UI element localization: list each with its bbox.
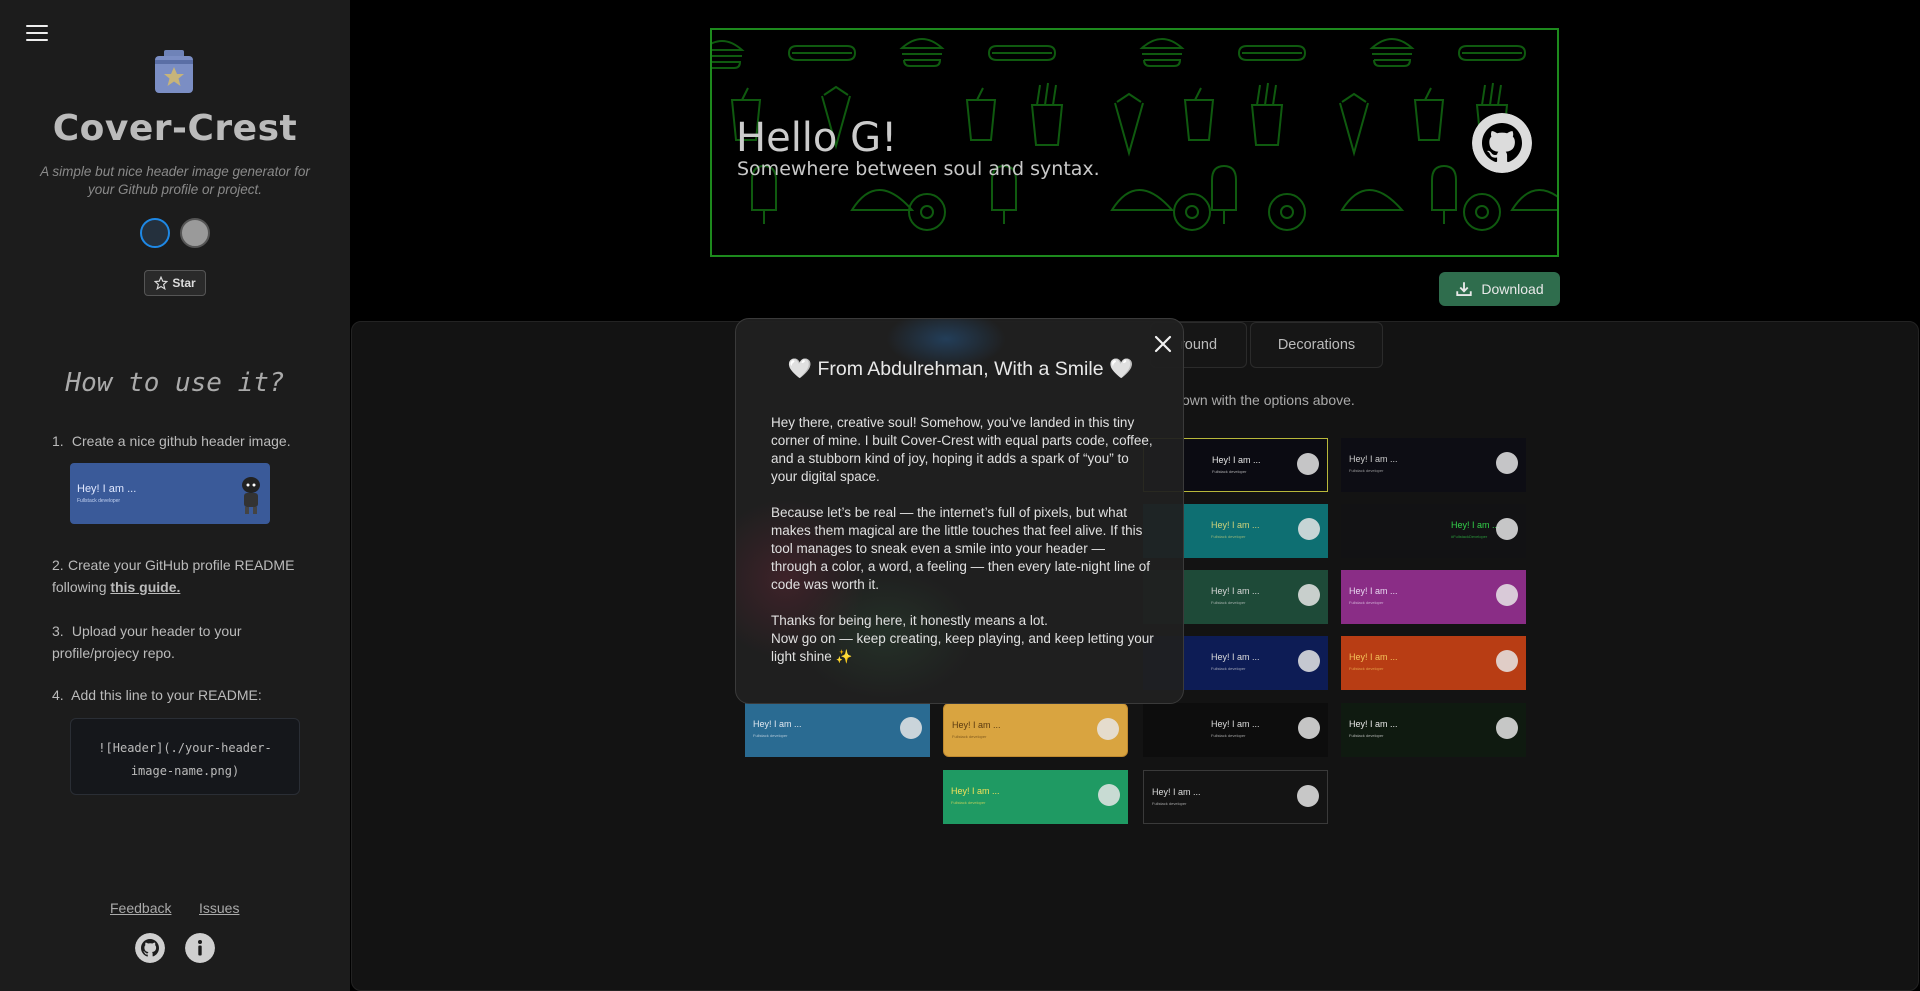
banner-subtitle: Somewhere between soul and syntax. (737, 158, 1100, 180)
thumbnail-title: Hey! I am ... (951, 786, 1000, 796)
thumbnail-subtitle: Fullstack developer (1211, 733, 1246, 738)
app-subtitle: A simple but nice header image generator… (40, 164, 310, 197)
guide-link[interactable]: this guide. (110, 579, 180, 595)
feedback-link[interactable]: Feedback (110, 900, 171, 916)
theme-thumbnail[interactable]: Hey! I am ... #FullstackDeveloper (1341, 504, 1526, 558)
download-icon (1456, 282, 1473, 296)
sample-header-image: Hey! I am ... Fullstack developer (70, 463, 270, 524)
thumbnail-title: Hey! I am ... (1212, 455, 1261, 465)
theme-thumbnail[interactable]: Hey! I am ... Fullstack developer (1341, 636, 1526, 690)
theme-thumbnail[interactable]: Hey! I am ... Fullstack developer (1341, 703, 1526, 757)
step-4: 4. Add this line to your README: (52, 687, 262, 703)
thumbnail-title: Hey! I am ... (1349, 719, 1398, 729)
star-button[interactable]: Star (144, 270, 206, 296)
thumbnail-subtitle: Fullstack developer (1211, 534, 1246, 539)
welcome-modal: 🤍 From Abdulrehman, With a Smile 🤍 Hey t… (735, 318, 1184, 704)
tab-decorations[interactable]: Decorations (1250, 322, 1383, 368)
thumbnail-title: Hey! I am ... (1349, 454, 1398, 464)
thumbnail-title: Hey! I am ... (1349, 652, 1398, 662)
modal-paragraph: Hey there, creative soul! Somehow, you’v… (771, 415, 1153, 484)
theme-thumbnail[interactable]: Hey! I am ... Fullstack developer (745, 703, 930, 757)
github-icon[interactable] (135, 933, 165, 963)
thumbnail-icon (1297, 785, 1319, 807)
github-icon (1472, 113, 1532, 173)
modal-paragraph: Now go on — keep creating, keep playing,… (771, 631, 1154, 664)
sample-title: Hey! I am ... (77, 483, 137, 495)
theme-thumbnail[interactable]: Hey! I am ... Fullstack developer (1341, 570, 1526, 624)
thumbnail-icon (1298, 518, 1320, 540)
theme-light-button[interactable] (180, 218, 210, 248)
hint-text: own with the options above. (1182, 392, 1355, 408)
thumbnail-icon (1098, 784, 1120, 806)
sample-subtitle: Fullstack developer (77, 498, 121, 504)
thumbnail-title: Hey! I am ... (1211, 520, 1260, 530)
banner-title: Hello G! (736, 115, 898, 161)
app-title: Cover-Crest (52, 108, 298, 149)
how-to-title: How to use it? (65, 368, 285, 398)
modal-paragraph: Because let’s be real — the internet’s f… (771, 505, 1150, 592)
thumbnail-title: Hey! I am ... (1211, 719, 1260, 729)
theme-thumbnail[interactable]: Hey! I am ... Fullstack developer (1143, 770, 1328, 824)
thumbnail-icon (900, 717, 922, 739)
thumbnail-subtitle: Fullstack developer (1349, 600, 1384, 605)
thumbnail-icon (1297, 453, 1319, 475)
step-2: 2. Create your GitHub profile README foll… (52, 557, 295, 595)
thumbnail-icon (1298, 584, 1320, 606)
sidebar: Cover-Crest A simple but nice header ima… (0, 0, 350, 991)
thumbnail-subtitle: Fullstack developer (1349, 468, 1384, 473)
thumbnail-icon (1496, 717, 1518, 739)
close-icon[interactable] (1152, 333, 1174, 355)
thumbnail-icon (1298, 717, 1320, 739)
header-preview: Hello G! Somewhere between soul and synt… (710, 28, 1559, 257)
modal-body: Hey there, creative soul! Somehow, you’v… (771, 414, 1154, 684)
thumbnail-title: Hey! I am ... (1349, 586, 1398, 596)
thumbnail-title: Hey! I am ... (952, 720, 1001, 730)
thumbnail-subtitle: Fullstack developer (951, 800, 986, 805)
theme-thumbnail[interactable]: Hey! I am ... Fullstack developer (943, 770, 1128, 824)
thumbnail-title: Hey! I am ... (1451, 520, 1500, 530)
thumbnail-subtitle: Fullstack developer (1211, 600, 1246, 605)
thumbnail-subtitle: Fullstack developer (1212, 469, 1247, 474)
theme-thumbnail[interactable]: Hey! I am ... Fullstack developer (1143, 703, 1328, 757)
thumbnail-icon (1298, 650, 1320, 672)
thumbnail-subtitle: Fullstack developer (1349, 733, 1384, 738)
theme-thumbnail[interactable]: Hey! I am ... Fullstack developer (1341, 438, 1526, 492)
thumbnail-subtitle: #FullstackDeveloper (1451, 534, 1488, 539)
thumbnail-icon (1496, 452, 1518, 474)
modal-title: 🤍 From Abdulrehman, With a Smile 🤍 (787, 358, 1134, 380)
octocat-icon (242, 477, 260, 514)
thumbnail-subtitle: Fullstack developer (952, 734, 987, 739)
thumbnail-subtitle: Fullstack developer (753, 733, 788, 738)
theme-thumbnail[interactable]: Hey! I am ... Fullstack developer (943, 703, 1128, 757)
modal-paragraph: Thanks for being here, it honestly means… (771, 613, 1048, 628)
download-button[interactable]: Download (1439, 272, 1560, 306)
thumbnail-icon (1496, 584, 1518, 606)
thumbnail-subtitle: Fullstack developer (1349, 666, 1384, 671)
thumbnail-icon (1496, 518, 1518, 540)
step-3: 3. Upload your header to your profile/pr… (52, 623, 242, 661)
thumbnail-title: Hey! I am ... (1211, 586, 1260, 596)
thumbnail-title: Hey! I am ... (1152, 787, 1201, 797)
thumbnail-subtitle: Fullstack developer (1152, 801, 1187, 806)
issues-link[interactable]: Issues (199, 900, 239, 916)
thumbnail-subtitle: Fullstack developer (1211, 666, 1246, 671)
menu-icon[interactable] (26, 24, 48, 42)
thumbnail-title: Hey! I am ... (753, 719, 802, 729)
step-1: 1. Create a nice github header image. (52, 433, 291, 449)
thumbnail-icon (1496, 650, 1518, 672)
info-icon[interactable] (185, 933, 215, 963)
thumbnail-title: Hey! I am ... (1211, 652, 1260, 662)
star-label: Star (172, 276, 196, 290)
logo-icon (155, 50, 193, 93)
star-icon (154, 276, 169, 290)
download-label: Download (1481, 281, 1544, 297)
readme-code-snippet[interactable]: ![Header](./your-header-image-name.png) (70, 718, 300, 795)
theme-dark-button[interactable] (140, 218, 170, 248)
thumbnail-icon (1097, 718, 1119, 740)
